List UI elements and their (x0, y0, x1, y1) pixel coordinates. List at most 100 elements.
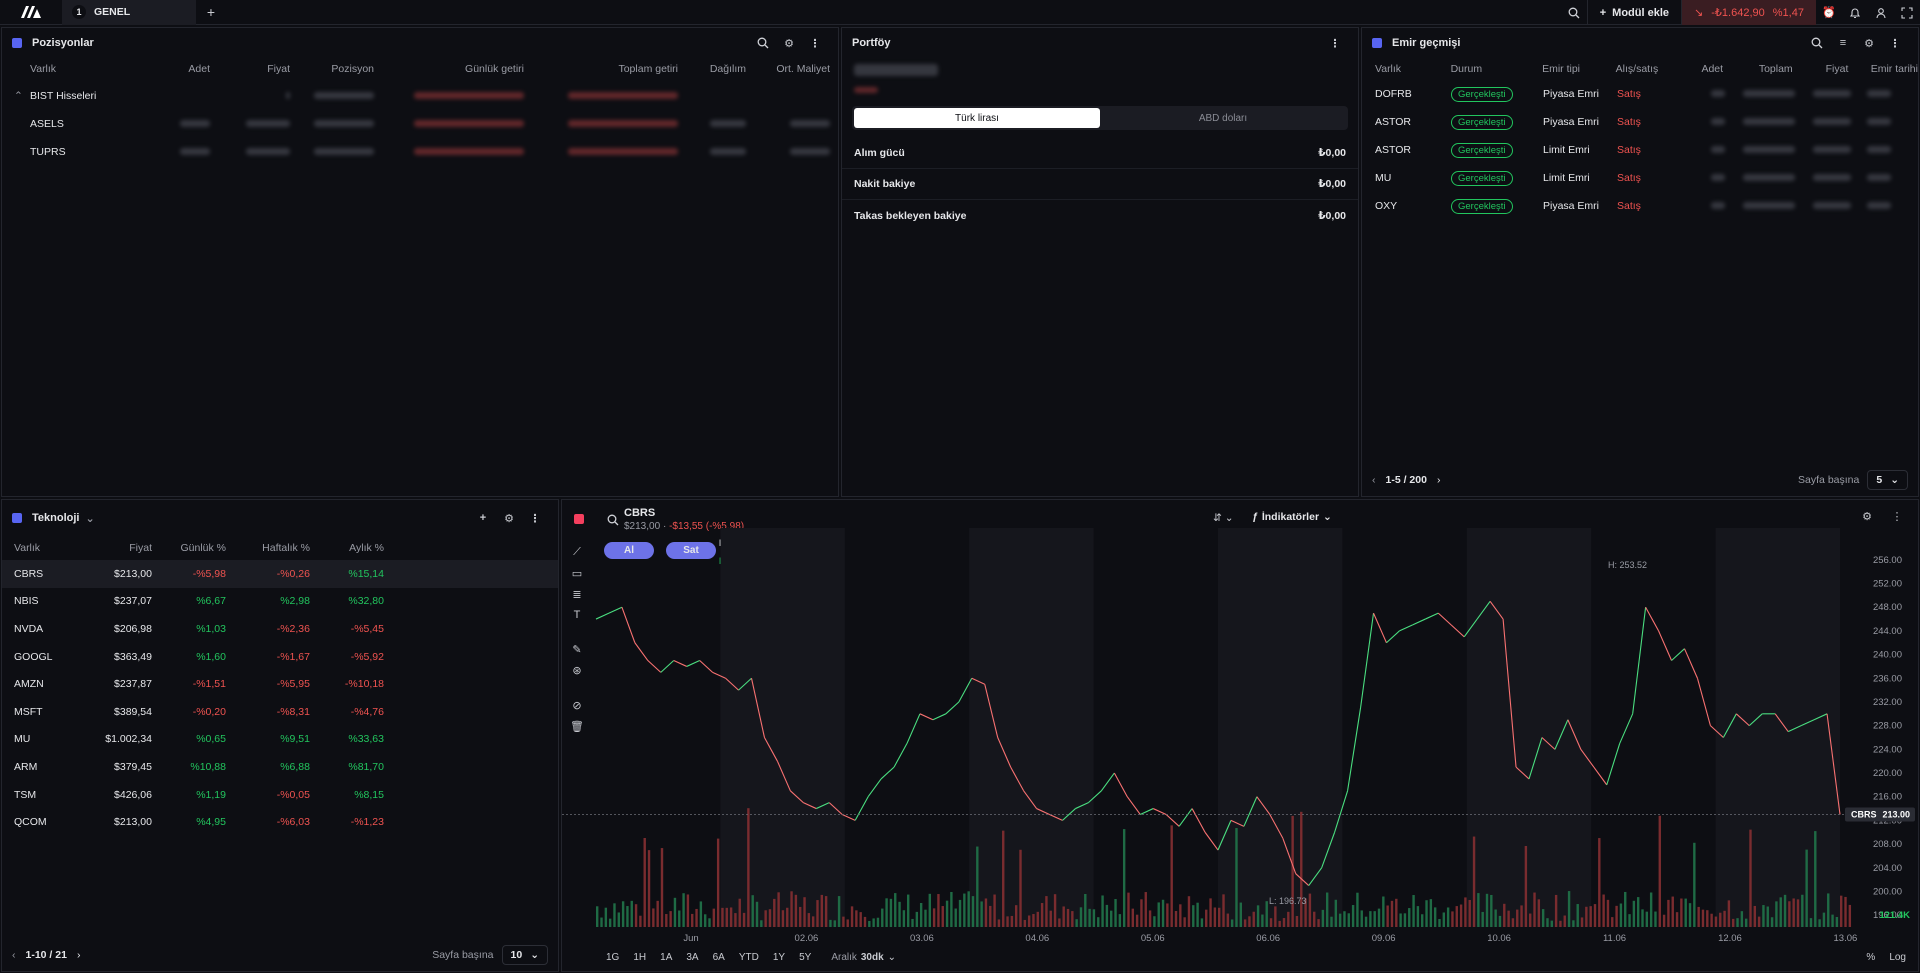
watchlist-row[interactable]: MSFT $389,54 -%0,20 -%8,31 -%4,76 (2, 698, 558, 726)
next-page-icon[interactable]: › (1437, 474, 1441, 486)
column-header[interactable]: Varlık (30, 63, 130, 75)
table-row[interactable]: ASTOR Gerçekleşti Piyasa Emri Satış (1362, 108, 1918, 136)
bell-icon[interactable] (1842, 0, 1868, 25)
more-icon[interactable]: ⋮ (1322, 37, 1348, 50)
timeframe-option[interactable]: 1G (606, 952, 619, 963)
watchlist-row[interactable]: MU $1.002,34 %0,65 %9,51 %33,63 (2, 726, 558, 754)
fib-tool-icon[interactable]: ≣ (570, 588, 584, 601)
interval-select[interactable]: Aralık 30dk ⌄ (831, 952, 896, 963)
watchlist-row[interactable]: CBRS $213,00 -%5,98 -%0,26 %15,14 (2, 560, 558, 588)
filter-icon[interactable]: ≡ (1830, 37, 1856, 49)
column-header[interactable]: Varlık (1375, 63, 1451, 75)
collapse-icon[interactable]: ⌃ (2, 90, 30, 102)
user-icon[interactable] (1868, 0, 1894, 25)
column-header[interactable]: Günlük getiri (374, 63, 524, 75)
column-header[interactable]: Fiyat (210, 63, 290, 75)
watchlist-row[interactable]: NBIS $237,07 %6,67 %2,98 %32,80 (2, 588, 558, 616)
log-scale-toggle[interactable]: Log (1889, 952, 1906, 963)
timeframe-option[interactable]: 3A (686, 952, 698, 963)
rectangle-tool-icon[interactable]: ▭ (570, 567, 584, 580)
watchlist-title[interactable]: Teknoloji (32, 512, 79, 524)
column-header[interactable]: Fiyat (74, 542, 152, 554)
gear-icon[interactable]: ⚙ (1854, 510, 1880, 523)
currency-tab-usd[interactable]: ABD doları (1100, 108, 1346, 128)
add-module-button[interactable]: + Modül ekle (1586, 0, 1682, 25)
watchlist-row[interactable]: AMZN $237,87 -%1,51 -%5,95 -%10,18 (2, 670, 558, 698)
sell-button[interactable]: Sat (666, 542, 716, 559)
currency-tab-try[interactable]: Türk lirası (854, 108, 1100, 128)
prev-page-icon[interactable]: ‹ (1372, 474, 1376, 486)
table-row[interactable]: OXY Gerçekleşti Piyasa Emri Satış (1362, 192, 1918, 220)
pnl-indicator[interactable]: ↘ -₺1.642,90 %1,47 (1682, 0, 1816, 25)
chevron-down-icon[interactable]: ⌄ (85, 512, 94, 525)
timeframe-option[interactable]: 1Y (773, 952, 785, 963)
column-header[interactable]: Ort. Maliyet (746, 63, 830, 75)
timeframe-option[interactable]: YTD (739, 952, 759, 963)
column-header[interactable]: Varlık (14, 542, 74, 554)
more-icon[interactable]: ⋮ (1884, 510, 1910, 523)
search-icon[interactable] (750, 37, 776, 49)
more-icon[interactable]: ⋮ (522, 512, 548, 525)
chart-type-select[interactable]: ⇵ ⌄ (1213, 512, 1234, 524)
settings-sliders-icon[interactable]: ⚙ (1856, 37, 1882, 50)
plus-icon[interactable]: + (470, 512, 496, 524)
timeframe-option[interactable]: 1H (633, 952, 646, 963)
more-icon[interactable]: ⋮ (802, 37, 828, 50)
app-logo[interactable] (0, 0, 62, 25)
column-header[interactable]: Fiyat (1793, 63, 1849, 75)
table-row[interactable]: TUPRS (2, 138, 838, 166)
more-icon[interactable]: ⋮ (1882, 37, 1908, 50)
search-icon[interactable] (1561, 0, 1587, 25)
brush-tool-icon[interactable]: ✎ (570, 643, 584, 656)
column-header[interactable]: Aylık % (310, 542, 384, 554)
fullscreen-icon[interactable] (1894, 0, 1920, 25)
price-chart[interactable]: 256.00 252.00 248.00 244.00 240.00 236.00 232.… (562, 500, 1919, 972)
watchlist-row[interactable]: NVDA $206,98 %1,03 -%2,36 -%5,45 (2, 615, 558, 643)
column-header[interactable]: Emir tarihi (1848, 63, 1918, 75)
column-header[interactable]: Dağılım (678, 63, 746, 75)
currency-toggle[interactable]: Türk lirası ABD doları (852, 106, 1348, 130)
column-header[interactable]: Toplam (1723, 63, 1793, 75)
column-header[interactable]: Emir tipi (1542, 63, 1616, 75)
settings-sliders-icon[interactable]: ⚙ (776, 37, 802, 50)
per-page-select[interactable]: 10 ⌄ (501, 945, 548, 965)
timeframe-option[interactable]: 1A (660, 952, 672, 963)
column-header[interactable]: Adet (130, 63, 210, 75)
table-row[interactable]: ASELS (2, 110, 838, 138)
settings-sliders-icon[interactable]: ⚙ (496, 512, 522, 525)
timeframe-option[interactable]: 5Y (799, 952, 811, 963)
trendline-tool-icon[interactable]: ⟋ (570, 546, 584, 559)
column-header[interactable]: Durum (1451, 63, 1543, 75)
next-page-icon[interactable]: › (77, 949, 81, 961)
table-row[interactable]: MU Gerçekleşti Limit Emri Satış (1362, 164, 1918, 192)
magnet-tool-icon[interactable]: ⊛ (570, 664, 584, 677)
text-tool-icon[interactable]: T (570, 609, 584, 621)
buy-button[interactable]: Al (604, 542, 654, 559)
prev-page-icon[interactable]: ‹ (12, 949, 16, 961)
column-header[interactable]: Haftalık % (226, 542, 310, 554)
symbol-header[interactable]: CBRS $213,00 · -$13,55 (-%5,98) (624, 507, 744, 532)
timeframe-option[interactable]: 6A (713, 952, 725, 963)
indicators-button[interactable]: ƒ İndikatörler ⌄ (1252, 511, 1332, 523)
watchlist-row[interactable]: GOOGL $363,49 %1,60 -%1,67 -%5,92 (2, 643, 558, 671)
workspace-tab[interactable]: 1 GENEL (62, 0, 196, 25)
hide-drawings-icon[interactable]: ⊘ (570, 699, 584, 712)
alarm-icon[interactable]: ⏰ (1816, 0, 1842, 25)
table-row[interactable]: DOFRB Gerçekleşti Piyasa Emri Satış (1362, 80, 1918, 108)
percent-scale-toggle[interactable]: % (1866, 952, 1875, 963)
table-row[interactable]: ASTOR Gerçekleşti Limit Emri Satış (1362, 136, 1918, 164)
trash-icon[interactable]: 🗑 (570, 720, 584, 733)
column-header[interactable]: Toplam getiri (524, 63, 678, 75)
per-page-select[interactable]: 5 ⌄ (1867, 470, 1908, 490)
column-header[interactable]: Adet (1675, 63, 1723, 75)
column-header[interactable]: Alış/satış (1616, 63, 1676, 75)
search-icon[interactable] (1804, 37, 1830, 49)
watchlist-row[interactable]: QCOM $213,00 %4,95 -%6,03 -%1,23 (2, 808, 558, 836)
column-header[interactable]: Günlük % (152, 542, 226, 554)
watchlist-row[interactable]: TSM $426,06 %1,19 -%0,05 %8,15 (2, 781, 558, 809)
watchlist-row[interactable]: ARM $379,45 %10,88 %6,88 %81,70 (2, 753, 558, 781)
add-workspace-button[interactable]: + (196, 0, 226, 25)
group-row[interactable]: ⌃ BIST Hisseleri (2, 82, 838, 110)
column-header[interactable]: Pozisyon (290, 63, 374, 75)
search-icon[interactable] (607, 514, 619, 529)
